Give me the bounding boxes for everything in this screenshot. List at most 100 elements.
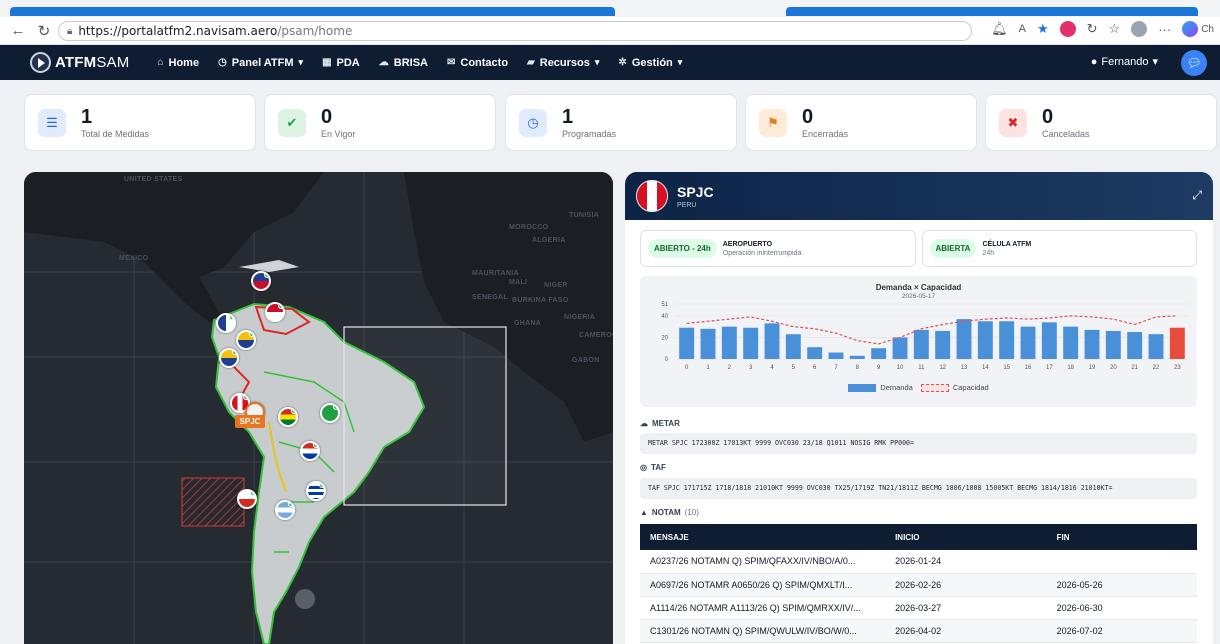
flag-marker-brazil[interactable] bbox=[320, 403, 340, 423]
demand-bar[interactable] bbox=[1127, 332, 1143, 359]
demand-bar[interactable] bbox=[785, 334, 801, 359]
notam-header-inicio[interactable]: INICIO bbox=[885, 524, 1047, 550]
copilot-label[interactable]: Ch bbox=[1201, 24, 1214, 35]
demand-bar[interactable] bbox=[807, 347, 823, 359]
demand-bar[interactable] bbox=[999, 321, 1015, 359]
reload-icon[interactable]: ↻ bbox=[34, 22, 54, 40]
menu-item-gesti-n[interactable]: ✲ Gestión ▾ bbox=[618, 57, 682, 69]
status-row: ABIERTO - 24h AEROPUERTO Operación inint… bbox=[640, 230, 1197, 267]
demand-bar[interactable] bbox=[764, 323, 780, 359]
demand-bar[interactable] bbox=[700, 328, 716, 359]
refresh-extension-icon[interactable]: ↻ bbox=[1087, 21, 1098, 37]
stat-card-canceladas[interactable]: ✖ 0 Canceladas bbox=[985, 94, 1217, 151]
more-icon[interactable]: ··· bbox=[1158, 22, 1171, 37]
table-row[interactable]: C1301/26 NOTAMN Q) SPIM/QWULW/IV/BO/W/0.… bbox=[640, 619, 1197, 643]
map-canvas[interactable] bbox=[24, 172, 613, 644]
x-tick-label: 6 bbox=[813, 365, 817, 371]
detail-header: SPJC PERU ⤢ bbox=[625, 172, 1213, 220]
extension-icon[interactable] bbox=[1059, 21, 1076, 37]
table-cell bbox=[1046, 550, 1197, 574]
menu-item-recursos[interactable]: ▰ Recursos ▾ bbox=[527, 57, 599, 69]
back-icon[interactable]: ← bbox=[8, 22, 28, 39]
flag-marker-dom-rep[interactable] bbox=[251, 271, 271, 291]
table-row[interactable]: A0697/26 NOTAMR A0650/26 Q) SPIM/QMXLT/I… bbox=[640, 573, 1197, 597]
demand-bar[interactable] bbox=[1084, 329, 1100, 359]
brand[interactable]: ATFMSAM bbox=[30, 52, 129, 73]
demand-bar[interactable] bbox=[892, 337, 908, 359]
url-input[interactable]: 🔒︎ https://portalatfm2.navisam.aero/psam… bbox=[58, 21, 972, 41]
demand-bar[interactable] bbox=[871, 348, 887, 359]
menu-item-pda[interactable]: ▦ PDA bbox=[322, 57, 360, 69]
demand-bar[interactable] bbox=[956, 319, 972, 359]
table-row[interactable]: A1114/26 NOTAMR A1113/26 Q) SPIM/QMRXX/I… bbox=[640, 596, 1197, 620]
x-tick-label: 17 bbox=[1046, 365, 1053, 371]
demand-bar[interactable] bbox=[1063, 326, 1079, 359]
demand-bar[interactable] bbox=[679, 327, 695, 359]
table-row[interactable]: A0237/26 NOTAMN Q) SPIM/QFAXX/IV/NBO/A/0… bbox=[640, 550, 1197, 574]
flag-marker-venezuela[interactable] bbox=[236, 330, 256, 350]
user-menu[interactable]: ● Fernando ▾ bbox=[1091, 55, 1158, 69]
stat-card-total-de-medidas[interactable]: ☰ 1 Total de Medidas bbox=[24, 94, 256, 151]
flag-marker-uruguay[interactable] bbox=[306, 481, 326, 501]
demand-bar[interactable] bbox=[743, 327, 759, 359]
cloud-icon: ☁ bbox=[640, 419, 648, 428]
x-tick-label: 11 bbox=[918, 365, 925, 371]
lock-icon: 🔒︎ bbox=[67, 25, 73, 37]
chart-legend: Demanda Capacidad bbox=[640, 383, 1197, 392]
flag-marker-panama[interactable] bbox=[216, 313, 236, 333]
x-tick-label: 19 bbox=[1089, 365, 1096, 371]
demand-bar[interactable] bbox=[1041, 322, 1057, 359]
notam-header-mensaje[interactable]: MENSAJE bbox=[640, 524, 886, 550]
flag-marker-bolivia[interactable] bbox=[278, 407, 298, 427]
menu-item-home[interactable]: ⌂ Home bbox=[157, 57, 199, 69]
notam-header-fin[interactable]: FIN bbox=[1046, 524, 1197, 550]
map-country-label: UNITED STATES bbox=[124, 176, 183, 183]
demand-bar[interactable] bbox=[913, 329, 929, 359]
stat-card-en-vigor[interactable]: ✔ 0 En Vigor bbox=[264, 94, 496, 151]
demand-bar[interactable] bbox=[977, 321, 993, 359]
legend-demand-label[interactable]: Demanda bbox=[880, 383, 913, 392]
stat-card-programadas[interactable]: ◷ 1 Programadas bbox=[505, 94, 737, 151]
profile-avatar-icon[interactable] bbox=[1131, 21, 1148, 37]
bell-icon[interactable]: 🔔︎ bbox=[991, 21, 1008, 37]
table-cell: 2026-05-26 bbox=[1046, 573, 1197, 597]
stat-label: Canceladas bbox=[1042, 128, 1090, 139]
legend-capacity-swatch[interactable] bbox=[920, 383, 949, 392]
read-aloud-icon[interactable]: A bbox=[1019, 23, 1026, 35]
menu-item-contacto[interactable]: ✉ Contacto bbox=[447, 57, 508, 69]
map-country-label: BURKINA FASO bbox=[512, 297, 569, 304]
flag-marker-argentina[interactable] bbox=[275, 500, 295, 520]
region-box[interactable] bbox=[343, 326, 507, 506]
copilot-icon[interactable] bbox=[1182, 21, 1199, 37]
stat-card-encerradas[interactable]: ⚑ 0 Encerradas bbox=[745, 94, 977, 151]
map-country-label: GHANA bbox=[514, 320, 542, 327]
flag-marker-trinidad[interactable] bbox=[265, 302, 285, 322]
map-panel[interactable]: UNITED STATES MEXICO ALGERIA TUNISIA MOROCCO… bbox=[24, 172, 613, 644]
demand-bar[interactable] bbox=[1105, 330, 1121, 359]
demand-bar[interactable] bbox=[1020, 326, 1036, 359]
demand-bar[interactable] bbox=[935, 330, 951, 359]
demand-bar[interactable] bbox=[721, 326, 737, 359]
menu-item-panel-atfm[interactable]: ◷ Panel ATFM ▾ bbox=[218, 57, 303, 69]
map-country-label: MOROCCO bbox=[509, 224, 549, 231]
demand-bar[interactable] bbox=[849, 355, 865, 359]
demand-bar[interactable] bbox=[828, 352, 844, 359]
flag-marker-colombia[interactable] bbox=[219, 348, 239, 368]
capacity-line[interactable] bbox=[686, 315, 1178, 345]
restricted-area[interactable] bbox=[181, 477, 245, 527]
flag-marker-chile[interactable] bbox=[237, 489, 257, 509]
browser-tab[interactable] bbox=[10, 7, 615, 16]
cell-status-sub: 24h bbox=[982, 249, 995, 257]
chat-button[interactable]: 💬︎ bbox=[1181, 50, 1207, 76]
legend-demand-swatch[interactable] bbox=[848, 383, 877, 392]
star-icon[interactable]: ★ bbox=[1037, 21, 1049, 37]
browser-tab-2[interactable] bbox=[786, 7, 1198, 16]
demand-bar[interactable] bbox=[1169, 327, 1185, 359]
demand-bar[interactable] bbox=[1148, 334, 1164, 359]
flag-marker-paraguay[interactable] bbox=[300, 441, 320, 461]
expand-icon[interactable]: ⤢ bbox=[1192, 188, 1202, 203]
favorites-icon[interactable]: ☆ bbox=[1109, 21, 1121, 37]
menu-item-brisa[interactable]: ☁ BRISA bbox=[379, 57, 428, 69]
legend-capacity-label[interactable]: Capacidad bbox=[953, 383, 989, 392]
selected-marker-label[interactable]: SPJC bbox=[235, 415, 265, 428]
